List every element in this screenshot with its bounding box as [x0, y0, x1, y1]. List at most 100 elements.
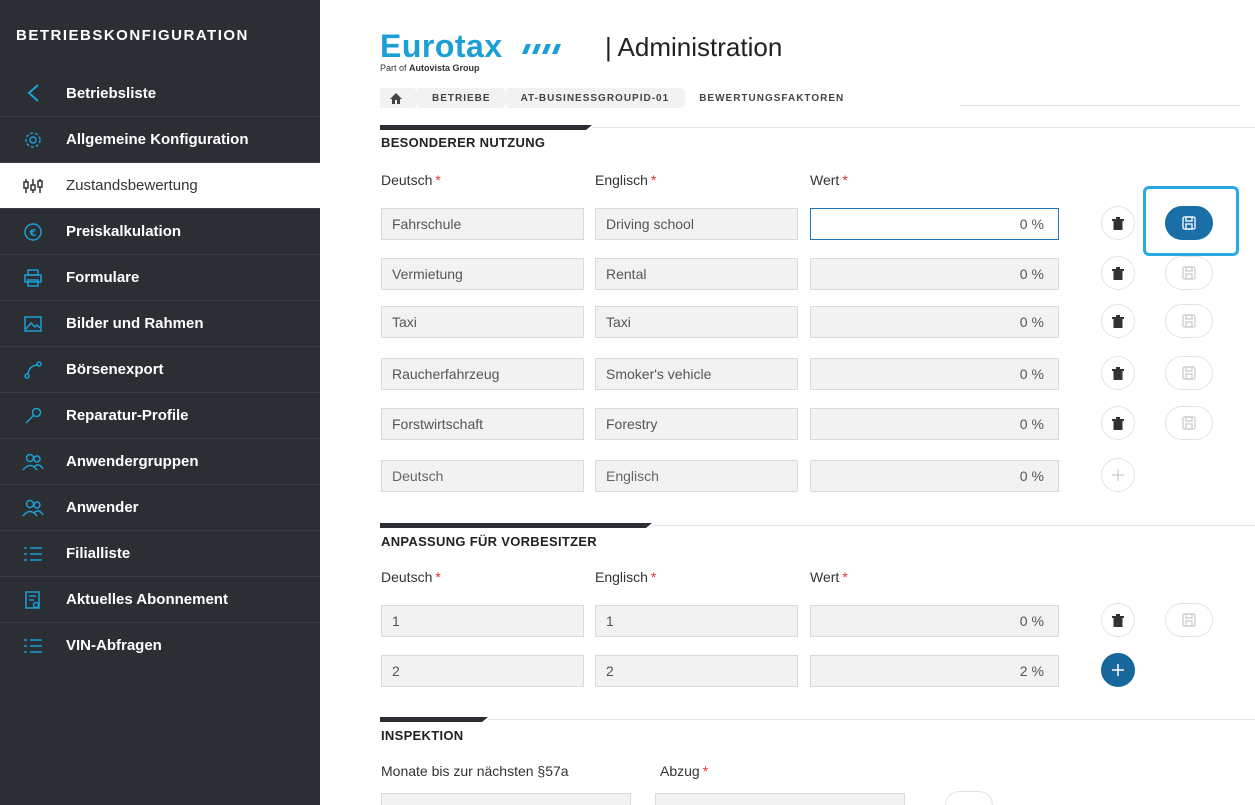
plus-icon — [1112, 664, 1124, 676]
column-label-englisch: Englisch * — [595, 172, 656, 188]
delete-button[interactable] — [1101, 256, 1135, 290]
breadcrumb: BETRIEBE AT-BUSINESSGROUPID-01 BEWERTUNG… — [380, 88, 860, 108]
breadcrumb-betriebe[interactable]: BETRIEBE — [418, 88, 513, 108]
trash-icon — [1112, 366, 1124, 380]
wrench-icon — [0, 406, 66, 426]
sidebar-item-vin-abfragen[interactable]: VIN-Abfragen — [0, 622, 320, 668]
abzug-input[interactable] — [655, 793, 905, 805]
required-mark: * — [435, 569, 441, 585]
delete-button[interactable] — [1101, 356, 1135, 390]
monate-input[interactable] — [381, 793, 631, 805]
deutsch-input[interactable]: Fahrschule — [381, 208, 584, 240]
delete-button[interactable] — [1101, 206, 1135, 240]
wert-input[interactable]: 0% — [810, 408, 1059, 440]
sidebar-item-label: Reparatur-Profile — [66, 407, 189, 424]
wert-input[interactable]: 0% — [810, 258, 1059, 290]
logo-sub-prefix: Part of — [380, 63, 407, 73]
new-englisch-input[interactable]: Englisch — [595, 460, 798, 492]
wert-value: 0 — [1019, 216, 1028, 232]
list-icon — [0, 637, 66, 655]
trash-icon — [1112, 266, 1124, 280]
save-button-disabled[interactable] — [945, 791, 993, 805]
wert-input[interactable]: 0% — [810, 306, 1059, 338]
wert-input[interactable]: 0% — [810, 605, 1059, 637]
breadcrumb-divider — [960, 105, 1240, 106]
sidebar-item-betriebsliste[interactable]: Betriebsliste — [0, 70, 320, 116]
sidebar-item-preiskalkulation[interactable]: € Preiskalkulation — [0, 208, 320, 254]
new-englisch-input[interactable]: 2 — [595, 655, 798, 687]
logo-sub-brand: Autovista Group — [409, 63, 480, 73]
new-wert-input[interactable]: 2% — [810, 655, 1059, 687]
unit-label: % — [1031, 266, 1044, 282]
deutsch-input[interactable]: 1 — [381, 605, 584, 637]
sidebar-item-reparatur-profile[interactable]: Reparatur-Profile — [0, 392, 320, 438]
section-bar-inspektion — [380, 717, 488, 722]
new-wert-input[interactable]: 0% — [810, 460, 1059, 492]
unit-label: % — [1031, 416, 1044, 432]
add-button[interactable] — [1101, 653, 1135, 687]
wert-input[interactable]: 0% — [810, 358, 1059, 390]
sidebar-item-formulare[interactable]: Formulare — [0, 254, 320, 300]
sidebar-item-aktuelles-abonnement[interactable]: Aktuelles Abonnement — [0, 576, 320, 622]
section-line-besonderer — [592, 127, 1255, 128]
breadcrumb-businessgroup[interactable]: AT-BUSINESSGROUPID-01 — [507, 88, 692, 108]
sidebar-item-label: Börsenexport — [66, 361, 164, 378]
home-icon — [390, 93, 402, 104]
englisch-input[interactable]: Rental — [595, 258, 798, 290]
gear-icon — [0, 130, 66, 150]
englisch-input[interactable]: Taxi — [595, 306, 798, 338]
add-button-disabled[interactable] — [1101, 458, 1135, 492]
trash-icon — [1112, 314, 1124, 328]
wert-value: 0 — [1019, 468, 1028, 484]
section-title-besonderer-nutzung: BESONDERER NUTZUNG — [381, 135, 546, 150]
deutsch-input[interactable]: Vermietung — [381, 258, 584, 290]
sidebar-item-zustandsbewertung[interactable]: Zustandsbewertung — [0, 162, 320, 208]
englisch-input[interactable]: Forestry — [595, 408, 798, 440]
breadcrumb-home[interactable] — [380, 88, 424, 108]
sidebar-item-allgemeine-konfiguration[interactable]: Allgemeine Konfiguration — [0, 116, 320, 162]
new-deutsch-input[interactable]: Deutsch — [381, 460, 584, 492]
wert-value: 0 — [1019, 314, 1028, 330]
logo-subtitle: Part of Autovista Group — [380, 63, 595, 73]
label-text: Deutsch — [381, 569, 433, 585]
englisch-input[interactable]: 1 — [595, 605, 798, 637]
unit-label: % — [1031, 314, 1044, 330]
column-label-englisch: Englisch * — [595, 569, 656, 585]
sidebar-item-filialliste[interactable]: Filialliste — [0, 530, 320, 576]
save-button-disabled[interactable] — [1165, 603, 1213, 637]
breadcrumb-bewertungsfaktoren: BEWERTUNGSFAKTOREN — [685, 88, 866, 108]
sidebar-item-bilder-und-rahmen[interactable]: Bilder und Rahmen — [0, 300, 320, 346]
column-label-abzug: Abzug * — [660, 763, 708, 779]
label-text: Englisch — [595, 569, 648, 585]
sidebar-item-label: Anwender — [66, 499, 139, 516]
deutsch-input[interactable]: Raucherfahrzeug — [381, 358, 584, 390]
unit-label: % — [1031, 613, 1044, 629]
save-button-disabled[interactable] — [1165, 356, 1213, 390]
section-line-inspektion — [488, 719, 1255, 720]
save-button-disabled[interactable] — [1165, 406, 1213, 440]
label-text: Abzug — [660, 763, 700, 779]
englisch-input[interactable]: Driving school — [595, 208, 798, 240]
sidebar-item-boersenexport[interactable]: Börsenexport — [0, 346, 320, 392]
sidebar-item-anwender[interactable]: Anwender — [0, 484, 320, 530]
save-button-disabled[interactable] — [1165, 304, 1213, 338]
delete-button[interactable] — [1101, 406, 1135, 440]
delete-button[interactable] — [1101, 304, 1135, 338]
deutsch-input[interactable]: Forstwirtschaft — [381, 408, 584, 440]
section-line-anpassung — [652, 525, 1255, 526]
save-button-disabled[interactable] — [1165, 256, 1213, 290]
wert-input[interactable]: 0% — [810, 208, 1059, 240]
users-icon — [0, 452, 66, 472]
column-label-monate: Monate bis zur nächsten §57a — [381, 763, 569, 779]
label-text: Deutsch — [381, 172, 433, 188]
logo-wordmark: Eurotax — [380, 28, 503, 64]
required-mark: * — [650, 569, 657, 585]
deutsch-input[interactable]: Taxi — [381, 306, 584, 338]
required-mark: * — [842, 569, 848, 585]
sidebar-item-label: Zustandsbewertung — [66, 177, 198, 194]
englisch-input[interactable]: Smoker's vehicle — [595, 358, 798, 390]
sidebar-item-anwendergruppen[interactable]: Anwendergruppen — [0, 438, 320, 484]
delete-button[interactable] — [1101, 603, 1135, 637]
section-title-anpassung: ANPASSUNG FÜR VORBESITZER — [381, 534, 597, 549]
new-deutsch-input[interactable]: 2 — [381, 655, 584, 687]
